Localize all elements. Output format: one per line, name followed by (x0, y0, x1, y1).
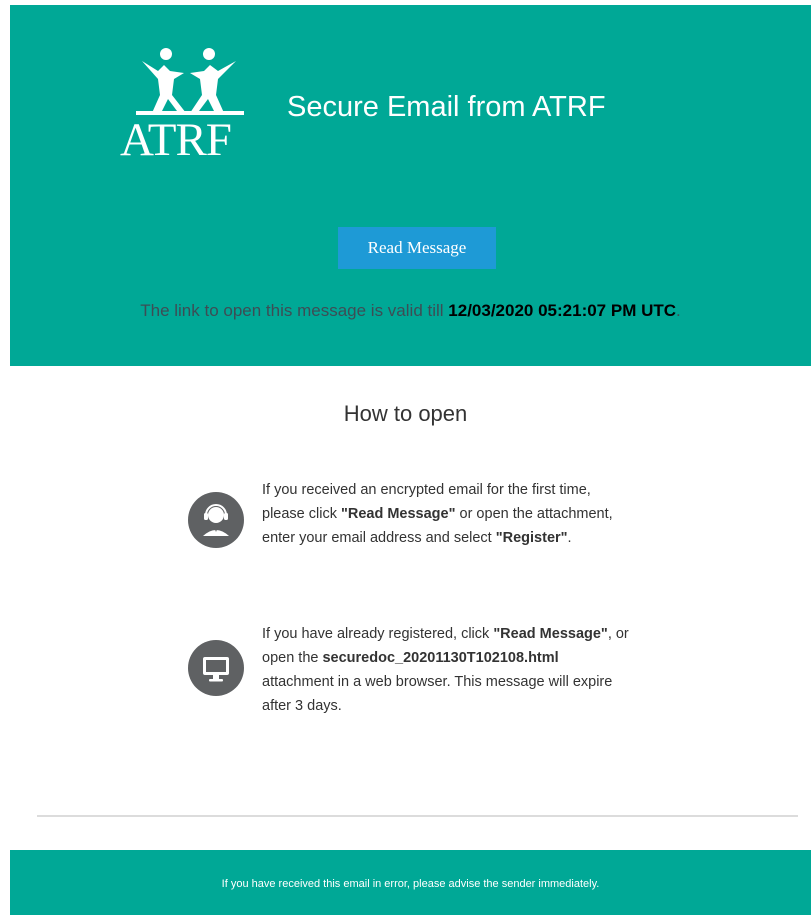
step-text-part: If you have already registered, click (262, 626, 494, 642)
step-registered-text: If you have already registered, click "R… (262, 622, 634, 718)
validity-datetime: 12/03/2020 05:21:07 PM UTC (448, 301, 677, 320)
link-validity-text: The link to open this message is valid t… (10, 301, 811, 321)
divider (37, 815, 798, 817)
attachment-filename: securedoc_20201130T102108.html (322, 650, 559, 666)
footer-banner: If you have received this email in error… (10, 850, 811, 915)
step-text-part: . (567, 530, 572, 546)
validity-prefix: The link to open this message is valid t… (140, 301, 449, 320)
header-banner: ATRF Secure Email from ATRF Read Message… (10, 5, 811, 366)
validity-suffix: . (676, 301, 681, 320)
read-message-ref: "Read Message" (493, 626, 608, 642)
read-message-ref: "Read Message" (340, 506, 456, 522)
page-title: Secure Email from ATRF (287, 91, 606, 123)
footer-text: If you have received this email in error… (221, 878, 600, 890)
how-to-open-title: How to open (343, 401, 468, 426)
monitor-icon (188, 640, 244, 696)
logo-text: ATRF (120, 114, 232, 166)
atrf-logo: ATRF (114, 45, 264, 175)
read-message-button[interactable]: Read Message (338, 227, 496, 269)
step-first-time-text: If you received an encrypted email for t… (262, 478, 634, 550)
atrf-figures-icon (136, 48, 244, 115)
step-text-part: attachment in a web browser. This messag… (262, 674, 613, 714)
support-agent-icon (188, 492, 244, 548)
register-ref: "Register" (495, 530, 568, 546)
